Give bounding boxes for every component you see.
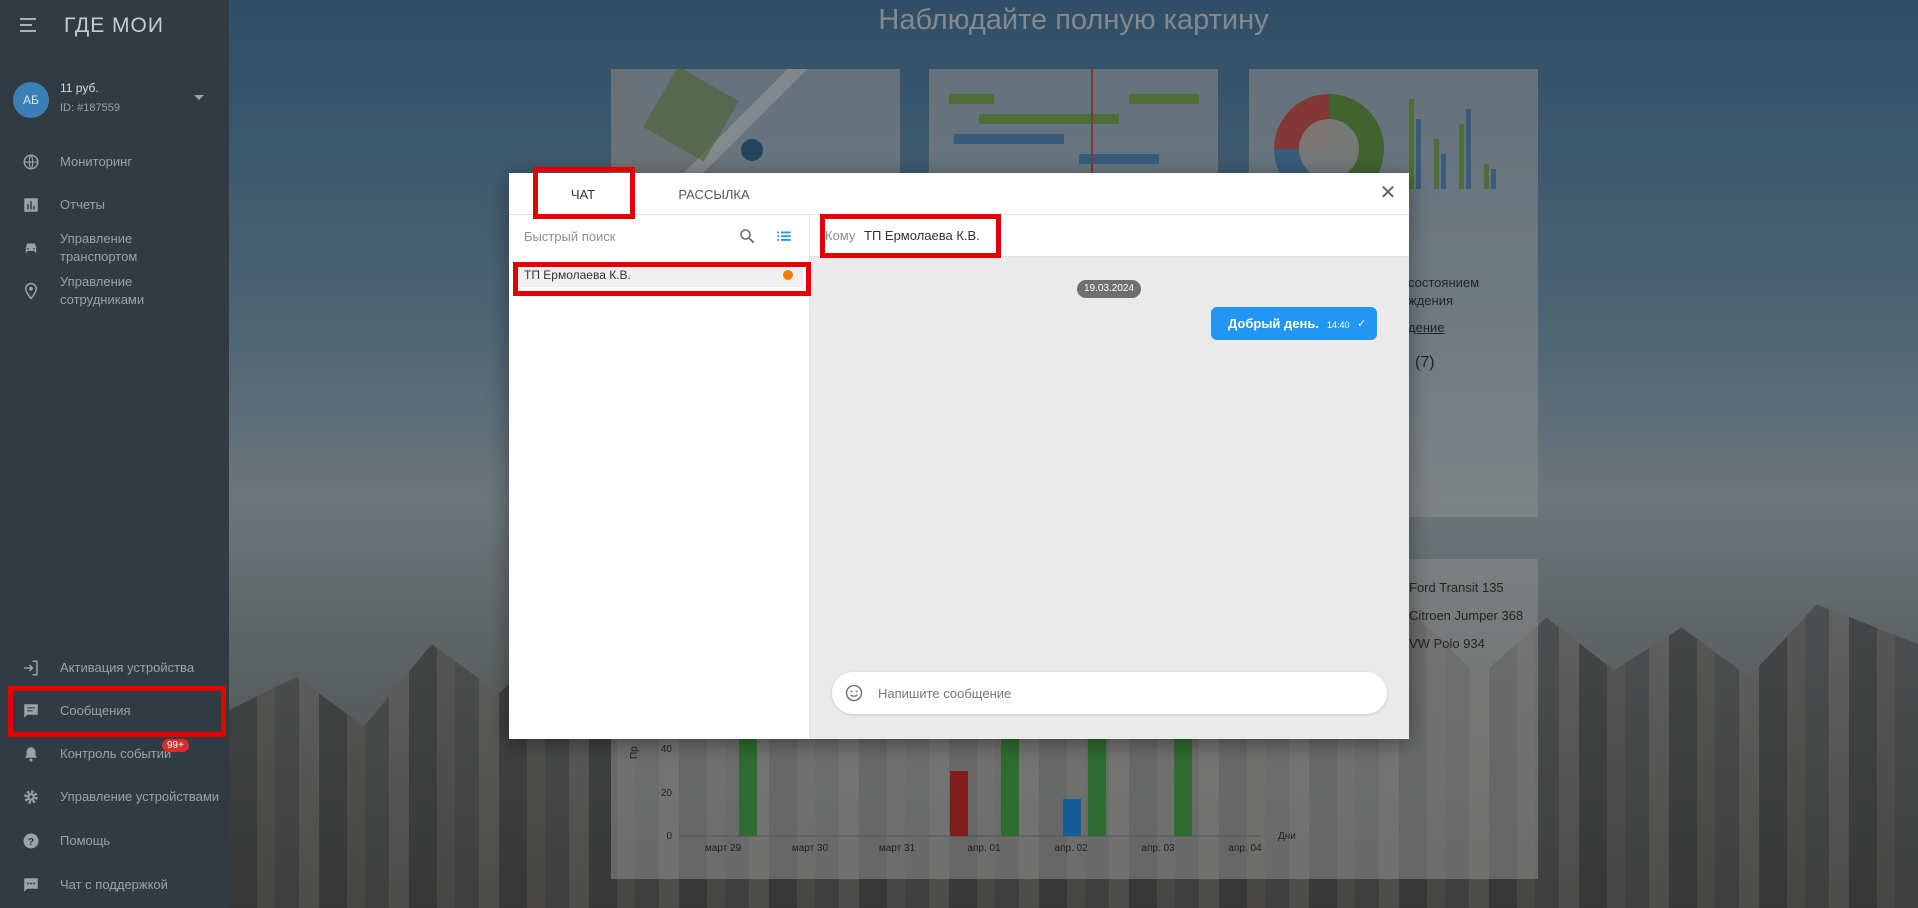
nav-label: Управление сотрудниками <box>60 274 145 307</box>
nav-label: Контроль событий <box>60 746 172 761</box>
search-row <box>509 215 810 257</box>
help-icon: ? <box>21 831 41 851</box>
tab-mailing[interactable]: РАССЫЛКА <box>659 173 769 215</box>
account-balance: 11 руб. <box>60 81 99 95</box>
highlight-box <box>8 686 226 737</box>
nav-help[interactable]: ? Помощь <box>0 830 229 852</box>
bell-icon <box>21 744 41 764</box>
quick-search-input[interactable] <box>524 226 724 246</box>
modal-tabs: ЧАТ РАССЫЛКА ✕ <box>509 173 1409 216</box>
svg-text:?: ? <box>28 836 34 848</box>
avatar[interactable]: АБ <box>13 82 49 118</box>
nav-event-control[interactable]: Контроль событий <box>0 743 229 765</box>
menu-collapse-icon[interactable] <box>20 18 38 36</box>
events-badge: 99+ <box>162 739 189 752</box>
nav-label: Управление устройствами <box>60 789 220 804</box>
outgoing-message[interactable]: Добрый день. 14:40 ✓ <box>1211 307 1377 340</box>
list-icon[interactable] <box>775 227 793 245</box>
nav-monitoring[interactable]: Мониторинг <box>0 151 229 173</box>
sidebar: ГДЕ МОИ АБ 11 руб. ID: #187559 Мониторин… <box>0 0 229 908</box>
highlight-box <box>820 214 1001 258</box>
compose-bar <box>832 672 1387 714</box>
check-icon: ✓ <box>1357 318 1367 330</box>
bar-chart-icon <box>21 195 41 215</box>
nav-label: Управление транспортом <box>60 231 138 264</box>
nav-support-chat[interactable]: Чат с поддержкой <box>0 874 229 896</box>
nav-label: Помощь <box>60 833 111 848</box>
nav-reports[interactable]: Отчеты <box>0 194 229 216</box>
highlight-box <box>513 262 811 296</box>
emoji-icon[interactable] <box>844 683 864 703</box>
nav-device-management[interactable]: Управление устройствами <box>0 786 229 808</box>
conversation-pane: Кому ТП Ермолаева К.В. 19.03.2024 Добрый… <box>810 215 1409 739</box>
chevron-down-icon[interactable] <box>194 95 204 100</box>
location-pin-icon <box>21 281 41 301</box>
nav-label: Чат с поддержкой <box>60 877 168 892</box>
car-icon <box>21 238 41 258</box>
account-id: ID: #187559 <box>60 102 120 114</box>
chat-icon <box>21 875 41 895</box>
nav-transport[interactable]: Управление транспортом <box>0 229 229 267</box>
globe-icon <box>21 152 41 172</box>
message-time: 14:40 <box>1327 320 1350 330</box>
nav-employees[interactable]: Управление сотрудниками <box>0 272 229 310</box>
nav-label: Активация устройства <box>60 660 195 675</box>
highlight-box <box>533 167 635 219</box>
nav-device-activation[interactable]: Активация устройства <box>0 657 229 679</box>
message-text: Добрый день. <box>1228 316 1319 331</box>
search-icon[interactable] <box>738 227 756 245</box>
nav-label: Отчеты <box>60 197 105 212</box>
logo[interactable]: ГДЕ МОИ <box>64 14 164 38</box>
gear-icon <box>21 787 41 807</box>
nav-label: Мониторинг <box>60 154 133 169</box>
close-icon[interactable]: ✕ <box>1379 183 1397 203</box>
message-input[interactable] <box>878 683 1358 703</box>
login-icon <box>21 658 41 678</box>
date-separator: 19.03.2024 <box>1077 280 1142 298</box>
